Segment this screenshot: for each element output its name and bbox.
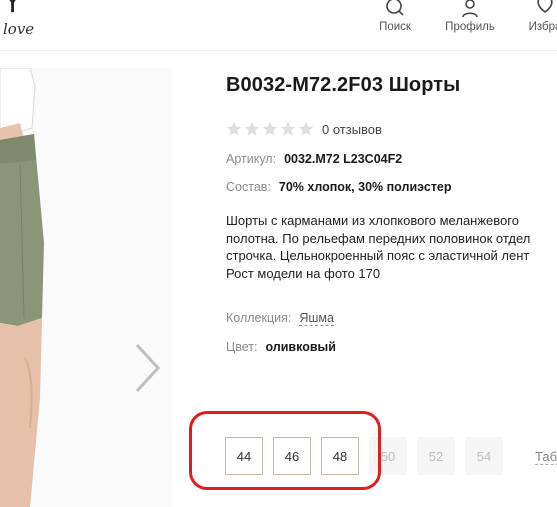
site-header: Y love Поиск Профиль Избра	[0, 0, 557, 51]
rating-stars	[226, 121, 314, 137]
user-icon	[462, 0, 478, 18]
collection-link[interactable]: Яшма	[299, 311, 334, 326]
size-option[interactable]: 50	[369, 437, 407, 475]
nav-favorites[interactable]: Избра	[515, 0, 557, 33]
collection-label: Коллекция:	[226, 311, 292, 325]
star-icon	[244, 121, 260, 136]
description-line: Рост модели на фото 170	[226, 265, 381, 281]
article-row: Артикул: 0032.M72 L23C04F2	[226, 152, 402, 166]
size-option[interactable]: 48	[321, 437, 359, 475]
product-description: Шорты с карманами из хлопкового меланжев…	[226, 212, 557, 282]
article-value: 0032.M72 L23C04F2	[284, 152, 403, 166]
size-label: 50	[380, 448, 396, 464]
size-option[interactable]: 46	[273, 437, 311, 475]
size-label: 52	[428, 448, 444, 464]
size-table-link[interactable]: Табл	[535, 449, 557, 465]
color-row: Цвет: оливковый	[226, 340, 336, 354]
product-title: B0032-M72.2F03 Шорты	[226, 74, 461, 96]
article-label: Артикул:	[226, 152, 277, 166]
reviews-count[interactable]: 0 отзывов	[322, 122, 382, 137]
star-icon	[280, 121, 296, 136]
nav-favorites-label: Избра	[528, 21, 557, 33]
size-label: 46	[284, 448, 300, 464]
star-icon	[298, 121, 314, 136]
product-photo[interactable]	[0, 68, 172, 507]
star-icon	[226, 121, 242, 136]
product-photo-image	[0, 68, 44, 507]
logo-word: love	[3, 20, 35, 38]
logo-letter: Y	[4, 0, 22, 19]
composition-value: 70% хлопок, 30% полиэстер	[278, 180, 452, 194]
color-value: оливковый	[265, 340, 336, 354]
star-icon	[262, 121, 278, 136]
search-icon	[386, 0, 404, 16]
size-option[interactable]: 52	[417, 437, 455, 475]
nav-profile[interactable]: Профиль	[440, 0, 500, 33]
size-option[interactable]: 54	[465, 437, 503, 475]
description-line: строчка. Цельнокроенный пояс с эластично…	[226, 248, 530, 263]
collection-row: Коллекция: Яшма	[226, 311, 334, 326]
description-line: полотна. По рельефам передних половинок …	[226, 230, 531, 246]
heart-icon	[537, 0, 553, 14]
chevron-right-icon[interactable]	[132, 342, 162, 394]
composition-row: Состав: 70% хлопок, 30% полиэстер	[226, 180, 452, 194]
size-label: 54	[476, 448, 492, 464]
color-label: Цвет:	[226, 340, 258, 354]
nav-profile-label: Профиль	[445, 21, 495, 33]
description-line: Шорты с карманами из хлопкового меланжев…	[226, 213, 519, 228]
size-selector: 44 46 48 50 52 54	[225, 437, 513, 475]
size-label: 44	[236, 448, 252, 464]
size-label: 48	[332, 448, 348, 464]
nav-search-label: Поиск	[379, 21, 411, 33]
product-rating[interactable]: 0 отзывов	[226, 121, 382, 137]
composition-label: Состав:	[226, 180, 271, 194]
size-option[interactable]: 44	[225, 437, 263, 475]
nav-search[interactable]: Поиск	[370, 0, 420, 33]
